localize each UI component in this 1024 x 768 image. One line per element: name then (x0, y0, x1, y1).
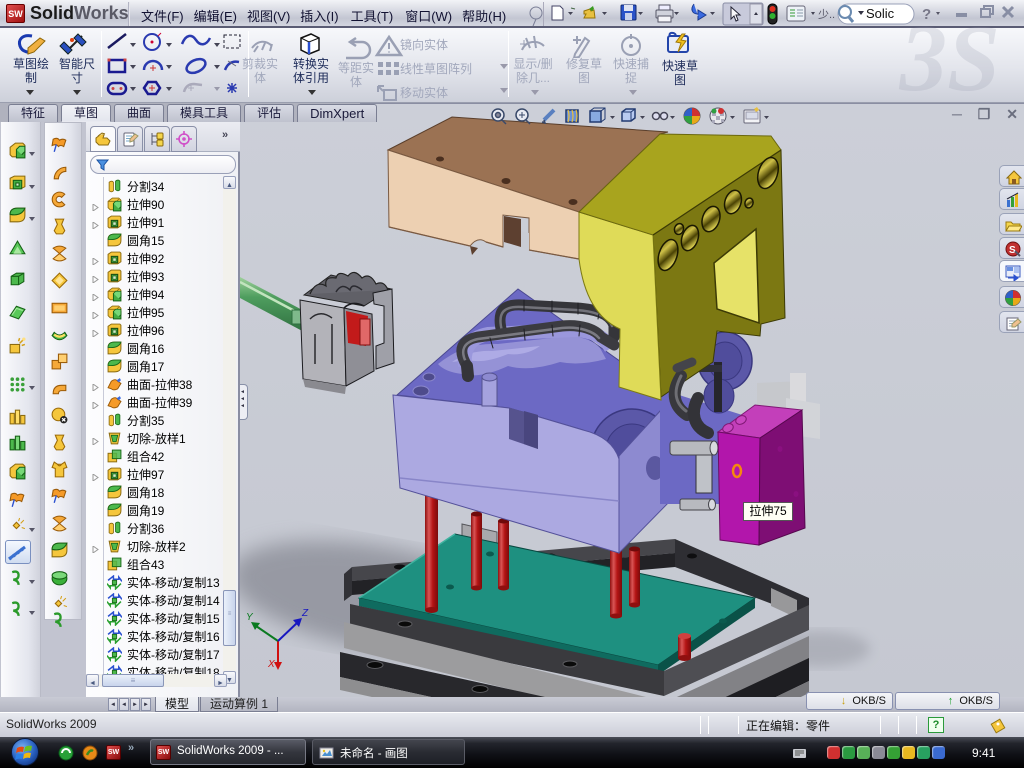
svg-text:Solic: Solic (866, 6, 895, 21)
svg-text:X: X (267, 659, 275, 670)
svg-text:Z: Z (301, 608, 309, 619)
svg-text:少..: 少.. (818, 8, 835, 21)
svg-text:Y: Y (246, 612, 254, 623)
svg-text:S: S (1009, 245, 1016, 256)
